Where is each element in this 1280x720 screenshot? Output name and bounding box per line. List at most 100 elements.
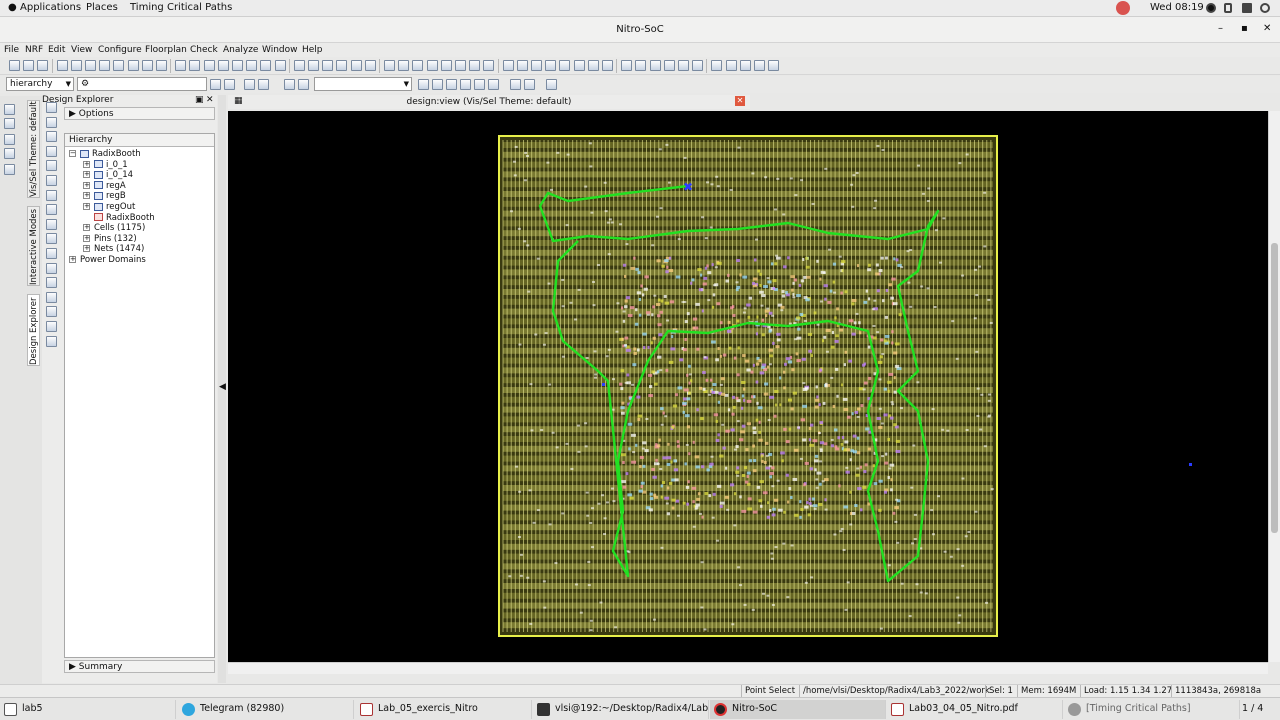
toolbar-tool-icon[interactable] [440, 60, 452, 71]
places-menu[interactable]: Places [86, 2, 118, 13]
toolbar-tool-icon[interactable] [56, 60, 68, 71]
tree-item[interactable]: + i_0_14 [83, 170, 133, 180]
explorer-tool-icon[interactable] [46, 116, 57, 128]
toolbar-tool-icon[interactable] [546, 79, 557, 90]
menu-edit[interactable]: Edit [48, 45, 65, 55]
toolbar-tool-icon[interactable] [284, 79, 295, 90]
toolbar-tool-icon[interactable] [9, 60, 20, 71]
explorer-tool-icon[interactable] [46, 248, 57, 259]
menu-view[interactable]: View [71, 45, 92, 55]
toolbar-tool-icon[interactable] [510, 79, 521, 90]
tab-design-explorer[interactable]: Design Explorer [27, 294, 40, 366]
toolbar-tool-icon[interactable] [474, 79, 485, 90]
toolbar-tool-icon[interactable] [217, 60, 229, 71]
toolbar-tool-icon[interactable] [678, 60, 689, 71]
mode-tool-icon[interactable] [4, 164, 15, 175]
task-nitro-soc[interactable]: Nitro-SoC [710, 700, 886, 719]
toolbar-tool-icon[interactable] [308, 60, 319, 71]
toolbar-tool-icon[interactable] [99, 60, 111, 71]
close-button[interactable]: ✕ [1263, 23, 1271, 34]
float-icon[interactable]: ▣ [195, 95, 204, 105]
explorer-tool-icon[interactable] [46, 189, 57, 201]
toolbar-tool-icon[interactable] [350, 60, 362, 71]
toolbar-tool-icon[interactable] [545, 60, 557, 71]
toolbar-tool-icon[interactable] [426, 60, 438, 71]
toolbar-tool-icon[interactable] [418, 79, 429, 90]
hierarchy-combo[interactable]: hierarchy ▼ [6, 77, 74, 91]
power-icon[interactable] [1260, 3, 1270, 13]
expand-icon[interactable]: + [83, 171, 90, 179]
close-icon[interactable]: ✕ [206, 95, 214, 105]
explorer-tool-icon[interactable] [46, 335, 57, 347]
minimize-button[interactable]: – [1218, 23, 1223, 34]
explorer-tool-icon[interactable] [46, 233, 57, 245]
toolbar-tool-icon[interactable] [364, 60, 376, 71]
toolbar-tool-icon[interactable] [587, 60, 599, 71]
horizontal-scrollbar[interactable] [228, 662, 1268, 674]
toolbar-tool-icon[interactable] [127, 60, 139, 71]
toolbar-tool-icon[interactable] [516, 60, 528, 71]
accessibility-icon[interactable] [1206, 3, 1216, 13]
toolbar-tool-icon[interactable] [711, 60, 723, 71]
toolbar-tool-icon[interactable] [524, 79, 535, 90]
vertical-scroll-thumb[interactable] [1271, 243, 1278, 533]
toolbar-tool-icon[interactable] [232, 60, 243, 71]
toolbar-tool-icon[interactable] [602, 60, 613, 71]
expand-icon[interactable]: + [83, 234, 90, 242]
explorer-tool-icon[interactable] [46, 160, 57, 172]
tree-item[interactable]: + Pins (132) [83, 234, 137, 244]
toolbar-tool-icon[interactable] [739, 60, 751, 71]
toolbar-tool-icon[interactable] [37, 60, 49, 71]
toolbar-tool-icon[interactable] [754, 60, 765, 71]
mode-tool-icon[interactable] [4, 104, 15, 115]
expand-icon[interactable]: + [83, 192, 90, 200]
mode-tool-icon[interactable] [4, 148, 15, 159]
toolbar-tool-icon[interactable] [692, 60, 704, 71]
toolbar-tool-icon[interactable] [293, 60, 305, 71]
toolbar-tool-icon[interactable] [203, 60, 215, 71]
toolbar-tool-icon[interactable] [23, 60, 35, 71]
toolbar-tool-icon[interactable] [432, 79, 443, 90]
menu-file[interactable]: File [4, 45, 19, 55]
task-pdf[interactable]: Lab03_04_05_Nitro.pdf [887, 700, 1063, 719]
explorer-tool-icon[interactable] [46, 306, 57, 318]
toolbar-tool-icon[interactable] [70, 60, 82, 71]
task-lab05-doc[interactable]: Lab_05_exercis_Nitro [356, 700, 532, 719]
toolbar-tool-icon[interactable] [531, 60, 542, 71]
toolbar-tool-icon[interactable] [141, 60, 153, 71]
summary-section[interactable]: ▶ Summary [64, 660, 215, 673]
filter-combo[interactable]: ▼ [314, 77, 412, 91]
toolbar-tool-icon[interactable] [488, 79, 499, 90]
explorer-tool-icon[interactable] [46, 131, 57, 143]
explorer-tool-icon[interactable] [46, 277, 57, 289]
expand-icon[interactable]: + [83, 181, 90, 189]
active-app-menu[interactable]: Timing Critical Paths [130, 2, 232, 13]
menu-window[interactable]: Window [262, 45, 298, 55]
options-section[interactable]: ▶ Options [64, 107, 215, 120]
menu-help[interactable]: Help [302, 45, 323, 55]
menu-check[interactable]: Check [190, 45, 218, 55]
toolbar-tool-icon[interactable] [483, 60, 495, 71]
explorer-tool-icon[interactable] [46, 204, 57, 216]
expand-icon[interactable]: + [69, 256, 76, 263]
toolbar-tool-icon[interactable] [559, 60, 571, 71]
explorer-tool-icon[interactable] [46, 175, 57, 186]
toolbar-tool-icon[interactable] [274, 60, 286, 71]
menu-analyze[interactable]: Analyze [223, 45, 258, 55]
task-telegram[interactable]: Telegram (82980) [178, 700, 354, 719]
toolbar-tool-icon[interactable] [455, 60, 466, 71]
explorer-tool-icon[interactable] [46, 102, 57, 113]
tab-interactive-modes[interactable]: Interactive Modes [27, 206, 40, 286]
toolbar-tool-icon[interactable] [460, 79, 471, 90]
close-view-icon[interactable]: ✕ [735, 96, 745, 106]
explorer-tool-icon[interactable] [46, 262, 57, 274]
task-terminal[interactable]: vlsi@192:~/Desktop/Radix4/Lab3_2... [533, 700, 709, 719]
toolbar-tool-icon[interactable] [156, 60, 167, 71]
explorer-tool-icon[interactable] [46, 291, 57, 303]
toolbar-tool-icon[interactable] [502, 60, 514, 71]
toolbar-tool-icon[interactable] [258, 79, 269, 90]
expand-icon[interactable]: + [83, 160, 90, 168]
toolbar-tool-icon[interactable] [244, 79, 255, 90]
volume-icon[interactable] [1242, 3, 1252, 13]
toolbar-tool-icon[interactable] [663, 60, 675, 71]
